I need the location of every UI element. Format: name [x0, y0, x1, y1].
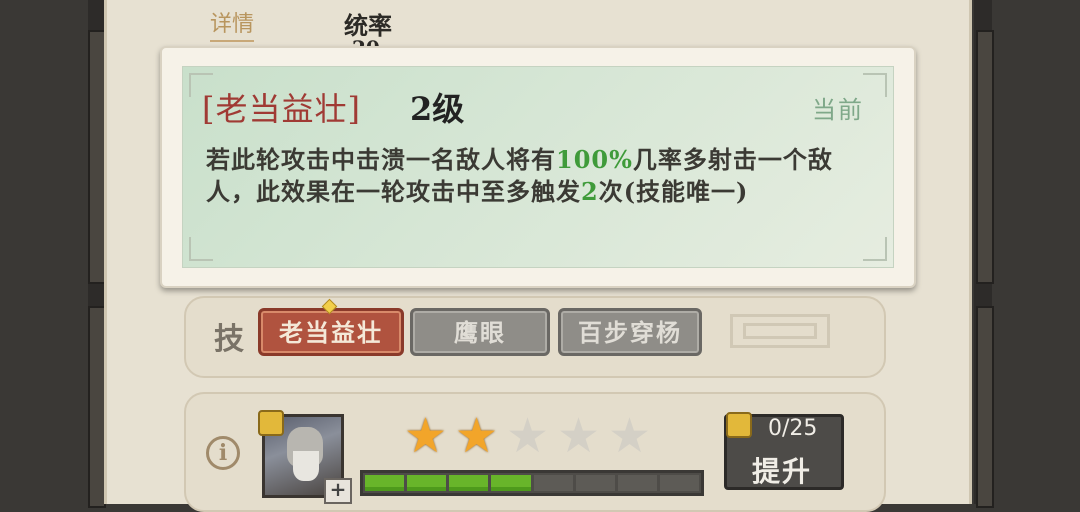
- upgrade-progress-bar: [360, 470, 704, 496]
- skill-tooltip: [老当益壮] 2级 当前 若此轮攻击中击溃一名敌人将有100%几率多射击一个敌人…: [160, 46, 916, 288]
- corner-ornament-icon: [863, 237, 887, 261]
- star-filled-icon: ★: [404, 408, 448, 464]
- progress-segment: [407, 475, 447, 491]
- background-card-right: [976, 30, 994, 284]
- empty-skill-slot-fret-icon: [730, 314, 830, 348]
- plus-icon[interactable]: +: [324, 478, 352, 504]
- puzzle-piece-icon: [726, 412, 752, 438]
- skill-chance-value: 100%: [556, 145, 633, 174]
- progress-segment: [575, 475, 615, 491]
- progress-segment: [365, 475, 405, 491]
- skill-trigger-count: 2: [581, 177, 599, 206]
- skill-button-yingyan[interactable]: 鹰眼: [410, 308, 550, 356]
- skill-description-text: 若此轮攻击中击溃一名敌人将有: [206, 145, 556, 174]
- star-empty-icon: ★: [608, 408, 652, 464]
- star-filled-icon: ★: [455, 408, 499, 464]
- skill-row-label: 技: [214, 322, 244, 357]
- info-icon[interactable]: i: [206, 436, 240, 470]
- progress-segment: [533, 475, 573, 491]
- upgrade-button-label: 提升: [752, 455, 813, 488]
- corner-ornament-icon: [863, 73, 887, 97]
- skill-title: [老当益壮]: [202, 90, 361, 128]
- current-level-label: 当前: [812, 96, 864, 124]
- skill-description-text: 次(技能唯一): [598, 177, 749, 206]
- skill-description: 若此轮攻击中击溃一名敌人将有100%几率多射击一个敌人，此效果在一轮攻击中至多触…: [206, 144, 876, 208]
- upgrade-fragment-count: 0/25: [768, 416, 818, 441]
- progress-segment: [659, 475, 699, 491]
- star-empty-icon: ★: [557, 408, 601, 464]
- skill-button-baibuchuanyang[interactable]: 百步穿杨: [558, 308, 702, 356]
- skill-level: 2级: [410, 90, 465, 128]
- tab-detail[interactable]: 详情: [210, 6, 255, 42]
- corner-ornament-icon: [189, 237, 213, 261]
- background-card-right-lower: [976, 306, 994, 508]
- skill-button-laodangyizhuang[interactable]: 老当益壮: [258, 308, 404, 356]
- progress-segment: [491, 475, 531, 491]
- puzzle-piece-icon: [258, 410, 284, 436]
- star-empty-icon: ★: [506, 408, 550, 464]
- progress-segment: [449, 475, 489, 491]
- progress-segment: [617, 475, 657, 491]
